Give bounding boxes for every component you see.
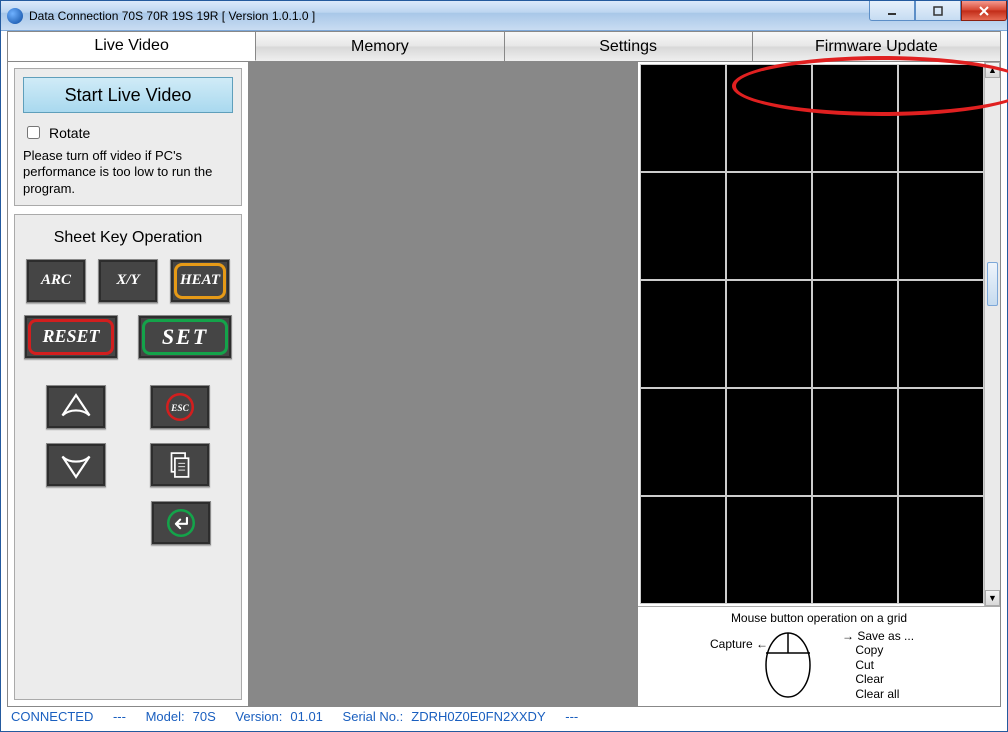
grid-cell[interactable] <box>640 280 726 388</box>
video-area <box>248 62 638 706</box>
grid-cell[interactable] <box>726 496 812 604</box>
grid-cell[interactable] <box>726 172 812 280</box>
reset-button[interactable]: RESET <box>24 315 118 359</box>
status-sep: --- <box>113 709 126 724</box>
rotate-checkbox[interactable] <box>27 126 40 139</box>
grid-cell[interactable] <box>812 172 898 280</box>
capture-label: Capture ← <box>710 637 768 651</box>
status-version-label: Version: <box>235 709 282 724</box>
tab-live-video-label: Live Video <box>94 37 168 55</box>
capture-grid[interactable] <box>640 64 984 604</box>
enter-button[interactable] <box>151 501 211 545</box>
grid-scrollbar[interactable]: ▲ ▼ <box>984 62 1000 606</box>
capture-grid-wrap: ▲ ▼ <box>638 62 1000 606</box>
grid-cell[interactable] <box>640 64 726 172</box>
enter-arrow-icon <box>164 506 198 540</box>
close-button[interactable] <box>961 1 1007 21</box>
grid-cell[interactable] <box>812 280 898 388</box>
titlebar: Data Connection 70S 70R 19S 19R [ Versio… <box>1 1 1007 31</box>
tab-memory[interactable]: Memory <box>256 32 504 61</box>
xy-button-label: X/Y <box>116 272 139 289</box>
grid-cell[interactable] <box>726 64 812 172</box>
grid-cell[interactable] <box>898 64 984 172</box>
tab-body: Start Live Video Rotate Please turn off … <box>7 61 1001 707</box>
maximize-button[interactable] <box>915 1 961 21</box>
grid-cell[interactable] <box>640 172 726 280</box>
mouse-hint-panel: Mouse button operation on a grid Capture… <box>638 606 1000 706</box>
grid-cell[interactable] <box>640 388 726 496</box>
status-sep2: --- <box>565 709 578 724</box>
performance-hint: Please turn off video if PC's performanc… <box>23 148 233 197</box>
tab-settings[interactable]: Settings <box>505 32 753 61</box>
right-click-ops: → Save as ... Copy Cut Clear Clear all <box>842 629 914 701</box>
window-buttons <box>869 1 1007 21</box>
status-connected: CONNECTED <box>11 709 93 724</box>
copy-button[interactable] <box>150 443 210 487</box>
set-button[interactable]: SET <box>138 315 232 359</box>
grid-cell[interactable] <box>898 496 984 604</box>
grid-cell[interactable] <box>726 388 812 496</box>
tab-firmware-update-label: Firmware Update <box>815 38 938 56</box>
triangle-up-icon <box>59 390 93 424</box>
tab-firmware-update[interactable]: Firmware Update <box>753 32 1000 61</box>
heat-button[interactable]: HEAT <box>170 259 230 303</box>
sheet-key-panel: Sheet Key Operation ARC X/Y HEAT RESET S… <box>14 214 242 700</box>
left-column: Start Live Video Rotate Please turn off … <box>8 62 248 706</box>
status-serial: ZDRH0Z0E0FN2XXDY <box>411 709 545 724</box>
status-version: 01.01 <box>290 709 323 724</box>
status-model-label: Model: <box>146 709 185 724</box>
grid-cell[interactable] <box>898 388 984 496</box>
down-button[interactable] <box>46 443 106 487</box>
document-stack-icon <box>163 448 197 482</box>
minimize-button[interactable] <box>869 1 915 21</box>
start-live-video-button[interactable]: Start Live Video <box>23 77 233 113</box>
tab-live-video[interactable]: Live Video <box>8 32 256 61</box>
esc-button[interactable]: ESC <box>150 385 210 429</box>
app-window: Data Connection 70S 70R 19S 19R [ Versio… <box>0 0 1008 732</box>
status-model: 70S <box>193 709 216 724</box>
arc-button[interactable]: ARC <box>26 259 86 303</box>
grid-cell[interactable] <box>812 388 898 496</box>
window-title: Data Connection 70S 70R 19S 19R [ Versio… <box>29 9 315 23</box>
right-column: ▲ ▼ Mouse button operation on a grid Cap… <box>638 62 1000 706</box>
mouse-hint-title: Mouse button operation on a grid <box>638 611 1000 625</box>
live-video-panel: Start Live Video Rotate Please turn off … <box>14 68 242 206</box>
triangle-down-icon <box>59 448 93 482</box>
up-button[interactable] <box>46 385 106 429</box>
grid-cell[interactable] <box>726 280 812 388</box>
grid-cell[interactable] <box>898 172 984 280</box>
grid-cell[interactable] <box>812 496 898 604</box>
tabbar: Live Video Memory Settings Firmware Upda… <box>7 31 1001 61</box>
xy-button[interactable]: X/Y <box>98 259 158 303</box>
status-serial-label: Serial No.: <box>343 709 404 724</box>
scroll-up-button[interactable]: ▲ <box>985 62 1000 78</box>
esc-icon: ESC <box>163 390 197 424</box>
svg-text:ESC: ESC <box>170 404 189 414</box>
arc-button-label: ARC <box>41 272 71 289</box>
scroll-down-button[interactable]: ▼ <box>985 590 1000 606</box>
grid-cell[interactable] <box>640 496 726 604</box>
rotate-label: Rotate <box>49 125 90 141</box>
grid-cell[interactable] <box>898 280 984 388</box>
status-bar: CONNECTED --- Model: 70S Version: 01.01 … <box>7 707 1001 725</box>
app-icon <box>7 8 23 24</box>
sheet-key-title: Sheet Key Operation <box>23 229 233 247</box>
grid-cell[interactable] <box>812 64 898 172</box>
tab-memory-label: Memory <box>351 38 409 56</box>
scroll-thumb[interactable] <box>987 262 998 306</box>
client-area: Live Video Memory Settings Firmware Upda… <box>7 31 1001 725</box>
tab-settings-label: Settings <box>599 38 657 56</box>
